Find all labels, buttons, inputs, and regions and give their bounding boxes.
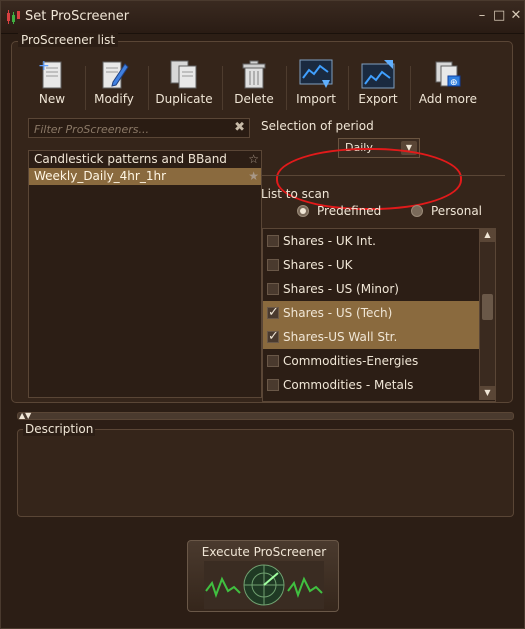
add-more-button[interactable]: ⊕ Add more xyxy=(416,58,480,110)
star-icon[interactable]: ☆ xyxy=(248,151,259,168)
toolbar-separator xyxy=(410,66,411,110)
export-button[interactable]: Export xyxy=(346,58,410,110)
execute-label: Execute ProScreener xyxy=(201,545,327,559)
new-button[interactable]: + New xyxy=(20,58,84,110)
radio-dot xyxy=(411,205,423,217)
svg-text:+: + xyxy=(38,58,50,74)
scan-list: Shares - UK Int. Shares - UK Shares - US… xyxy=(262,228,496,402)
execute-proscreener-button[interactable]: Execute ProScreener xyxy=(187,540,339,612)
scan-item[interactable]: Commodities - Metals xyxy=(263,373,495,397)
scan-item-label: Commodities - Metals xyxy=(283,378,414,392)
minimize-icon[interactable]: – xyxy=(476,9,488,22)
new-label: New xyxy=(38,92,66,106)
scan-item-label: Shares - US (Minor) xyxy=(283,282,399,296)
description-label: Description xyxy=(23,422,96,436)
scan-list-scrollbar[interactable]: ▲ ▼ xyxy=(479,228,495,400)
scan-label: List to scan xyxy=(261,187,330,201)
scan-item[interactable]: Shares - UK xyxy=(263,253,495,277)
checkbox-checked[interactable] xyxy=(267,325,279,349)
star-icon[interactable]: ★ xyxy=(248,168,259,185)
collapse-arrows-icon[interactable]: ▲▼ xyxy=(19,411,31,420)
scan-item-label: Shares - US (Tech) xyxy=(283,306,393,320)
scan-item[interactable]: Shares - UK Int. xyxy=(263,229,495,253)
modify-label: Modify xyxy=(94,92,134,106)
scan-item-label: Shares - UK Int. xyxy=(283,234,376,248)
duplicate-button[interactable]: Duplicate xyxy=(152,58,216,110)
radar-screener-icon xyxy=(204,561,324,609)
add-more-icon: ⊕ xyxy=(435,61,461,88)
list-item-selected[interactable]: Weekly_Daily_4hr_1hr ★ xyxy=(29,168,261,185)
maximize-icon[interactable]: □ xyxy=(493,9,505,22)
filter-input[interactable] xyxy=(32,120,232,138)
window-title: Set ProScreener xyxy=(25,9,130,24)
scan-item-selected[interactable]: Shares-US Wall Str. xyxy=(263,325,495,349)
list-item-label: Candlestick patterns and BBand xyxy=(34,152,227,166)
set-proscreener-window: Set ProScreener – □ ✕ ProScreener list +… xyxy=(0,0,525,629)
splitter-handle[interactable] xyxy=(17,412,514,420)
description-box xyxy=(17,429,514,517)
proscreener-list-group: ProScreener list + New Modify Duplicate … xyxy=(11,33,513,403)
divider xyxy=(261,175,505,176)
radio-dot xyxy=(297,205,309,217)
scroll-thumb[interactable] xyxy=(482,294,493,320)
group-title: ProScreener list xyxy=(18,33,119,47)
duplicate-icon xyxy=(170,60,197,89)
title-bar: Set ProScreener – □ ✕ xyxy=(1,1,524,34)
checkbox[interactable] xyxy=(267,283,279,295)
scan-item-label: Shares - UK xyxy=(283,258,353,272)
clear-filter-icon[interactable]: ✖ xyxy=(234,120,245,135)
radio-label: Personal xyxy=(431,204,483,218)
checkbox[interactable] xyxy=(267,235,279,247)
toolbar-separator xyxy=(148,66,149,110)
modify-button[interactable]: Modify xyxy=(82,58,146,110)
delete-button[interactable]: Delete xyxy=(222,58,286,110)
duplicate-label: Duplicate xyxy=(155,92,213,106)
checkbox-checked[interactable] xyxy=(267,301,279,325)
scroll-down-icon[interactable]: ▼ xyxy=(480,386,495,400)
filter-field[interactable]: ✖ xyxy=(28,118,250,138)
scan-item-selected[interactable]: Shares - US (Tech) xyxy=(263,301,495,325)
trash-icon xyxy=(242,60,266,89)
export-label: Export xyxy=(358,92,398,106)
scan-item[interactable]: Shares - US (Minor) xyxy=(263,277,495,301)
close-icon[interactable]: ✕ xyxy=(510,9,522,22)
radio-label: Predefined xyxy=(317,204,382,218)
list-item-label: Weekly_Daily_4hr_1hr xyxy=(34,169,167,183)
edit-document-icon xyxy=(102,61,129,89)
scan-item-label: Shares-US Wall Str. xyxy=(283,330,398,344)
checkbox[interactable] xyxy=(267,379,279,391)
import-chart-icon xyxy=(299,59,333,88)
period-label: Selection of period xyxy=(261,119,374,133)
proscreener-list: Candlestick patterns and BBand ☆ Weekly_… xyxy=(28,150,262,398)
export-chart-icon xyxy=(361,60,395,89)
checkbox[interactable] xyxy=(267,355,279,367)
import-label: Import xyxy=(296,92,336,106)
scan-item[interactable]: Commodities-Energies xyxy=(263,349,495,373)
checkbox[interactable] xyxy=(267,259,279,271)
add-more-label: Add more xyxy=(418,92,478,106)
candlestick-app-icon xyxy=(7,10,20,24)
list-item[interactable]: Candlestick patterns and BBand ☆ xyxy=(29,151,261,168)
svg-text:⊕: ⊕ xyxy=(450,78,458,88)
new-document-icon: + xyxy=(38,58,62,89)
scan-item-label: Commodities-Energies xyxy=(283,354,419,368)
import-button[interactable]: Import xyxy=(284,58,348,110)
delete-label: Delete xyxy=(234,92,274,106)
scroll-up-icon[interactable]: ▲ xyxy=(480,228,495,242)
